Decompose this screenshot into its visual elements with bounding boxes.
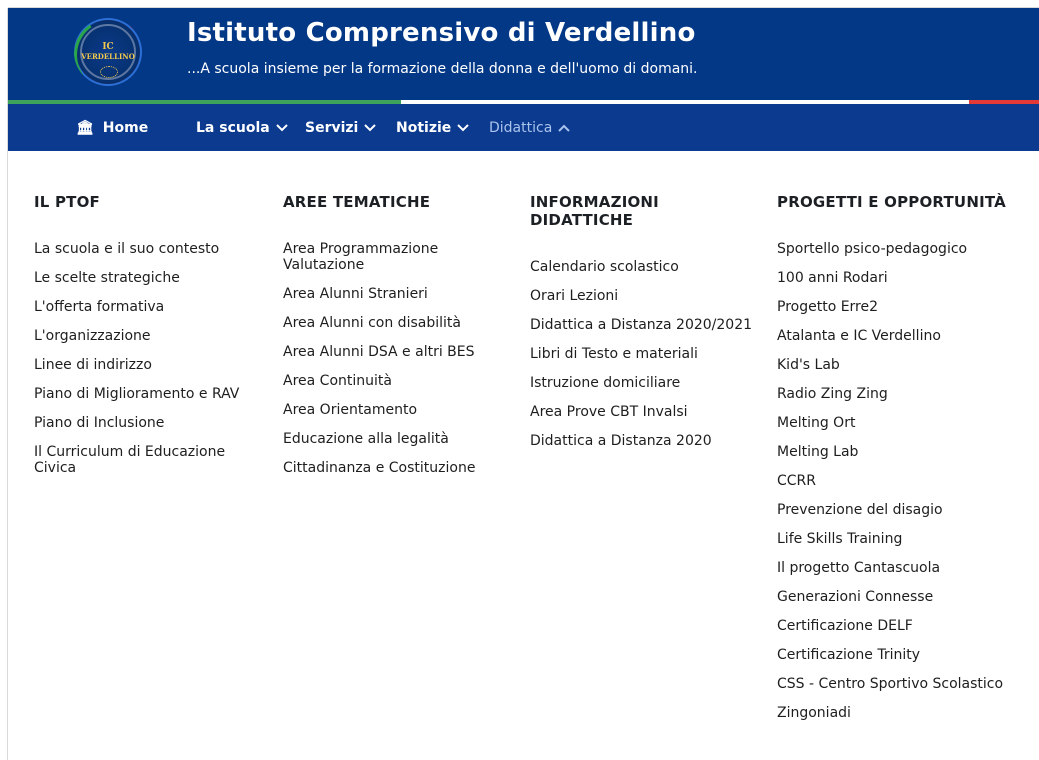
nav-notizie-label: Notizie (396, 119, 452, 136)
menu-link[interactable]: Kid's Lab (777, 357, 1039, 373)
menu-column-progetti-opportunita: PROGETTI E OPPORTUNITÀ Sportello psico-p… (777, 193, 1039, 734)
menu-link[interactable]: Area Alunni Stranieri (283, 286, 523, 302)
menu-link[interactable]: Le scelte strategiche (34, 270, 274, 286)
nav-servizi-label: Servizi (305, 119, 359, 136)
menu-link[interactable]: Area Prove CBT Invalsi (530, 404, 770, 420)
menu-link[interactable]: Sportello psico-pedagogico (777, 241, 1039, 257)
menu-link[interactable]: Progetto Erre2 (777, 299, 1039, 315)
menu-column-aree-tematiche: AREE TEMATICHE Area Programmazione Valut… (283, 193, 523, 489)
menu-link[interactable]: Generazioni Connesse (777, 589, 1039, 605)
menu-link[interactable]: L'offerta formativa (34, 299, 274, 315)
chevron-down-icon (276, 121, 288, 135)
menu-link[interactable]: Istruzione domiciliare (530, 375, 770, 391)
menu-link[interactable]: Area Continuità (283, 373, 523, 389)
menu-link[interactable]: Il Curriculum di Educazione Civica (34, 444, 234, 476)
menu-link[interactable]: Piano di Inclusione (34, 415, 274, 431)
menu-link[interactable]: Zingoniadi (777, 705, 1039, 721)
menu-link[interactable]: Cittadinanza e Costituzione (283, 460, 523, 476)
menu-link[interactable]: Life Skills Training (777, 531, 1039, 547)
menu-link[interactable]: Il progetto Cantascuola (777, 560, 1039, 576)
menu-link[interactable]: Didattica a Distanza 2020/2021 (530, 317, 770, 333)
menu-link[interactable]: Melting Ort (777, 415, 1039, 431)
menu-link[interactable]: Certificazione Trinity (777, 647, 1039, 663)
menu-link[interactable]: Piano di Miglioramento e RAV (34, 386, 274, 402)
main-nav: 🏛︎ Home La scuola Servizi Notizie Didatt… (8, 104, 1039, 151)
menu-link[interactable]: Certificazione DELF (777, 618, 1039, 634)
menu-link[interactable]: Didattica a Distanza 2020 (530, 433, 770, 449)
menu-heading: PROGETTI E OPPORTUNITÀ (777, 193, 1006, 211)
menu-link[interactable]: L'organizzazione (34, 328, 274, 344)
nav-la-scuola[interactable]: La scuola (196, 104, 288, 151)
menu-link[interactable]: 100 anni Rodari (777, 270, 1039, 286)
menu-heading: AREE TEMATICHE (283, 193, 431, 211)
menu-link[interactable]: Melting Lab (777, 444, 1039, 460)
page: IC VERDELLINO Istituto Comprensivo di Ve… (8, 8, 1039, 760)
menu-link[interactable]: CCRR (777, 473, 1039, 489)
menu-column-informazioni-didattiche: INFORMAZIONI DIDATTICHE Calendario scola… (530, 193, 770, 462)
menu-link-list: Calendario scolastico Orari Lezioni Dida… (530, 259, 770, 449)
nav-notizie[interactable]: Notizie (396, 104, 469, 151)
menu-link[interactable]: Calendario scolastico (530, 259, 770, 275)
menu-link[interactable]: Area Programmazione Valutazione (283, 241, 463, 273)
menu-link[interactable]: CSS - Centro Sportivo Scolastico (777, 676, 1039, 692)
menu-link[interactable]: Educazione alla legalità (283, 431, 523, 447)
menu-link[interactable]: Prevenzione del disagio (777, 502, 1039, 518)
menu-link-list: La scuola e il suo contesto Le scelte st… (34, 241, 274, 476)
site-header: IC VERDELLINO Istituto Comprensivo di Ve… (8, 8, 1039, 100)
menu-column-ptof: IL PTOF La scuola e il suo contesto Le s… (34, 193, 274, 489)
site-title[interactable]: Istituto Comprensivo di Verdellino (187, 18, 696, 48)
menu-link[interactable]: Area Alunni con disabilità (283, 315, 523, 331)
logo-text-ic: IC (102, 42, 114, 52)
menu-link[interactable]: Atalanta e IC Verdellino (777, 328, 1039, 344)
chevron-up-icon (558, 121, 570, 135)
nav-servizi[interactable]: Servizi (305, 104, 377, 151)
menu-heading: IL PTOF (34, 193, 100, 211)
nav-home[interactable]: 🏛︎ Home (76, 104, 148, 151)
logo-text-verdellino: VERDELLINO (81, 52, 135, 61)
nav-home-label: Home (102, 119, 149, 136)
menu-link[interactable]: Libri di Testo e materiali (530, 346, 770, 362)
menu-link-list: Sportello psico-pedagogico 100 anni Roda… (777, 241, 1039, 721)
menu-link[interactable]: Radio Zing Zing (777, 386, 1039, 402)
menu-link[interactable]: La scuola e il suo contesto (34, 241, 274, 257)
menu-link[interactable]: Area Orientamento (283, 402, 523, 418)
menu-link-list: Area Programmazione Valutazione Area Alu… (283, 241, 523, 476)
bank-icon: 🏛︎ (76, 119, 94, 136)
menu-link[interactable]: Orari Lezioni (530, 288, 770, 304)
nav-didattica[interactable]: Didattica (489, 104, 570, 151)
nav-didattica-label: Didattica (489, 119, 553, 136)
menu-link[interactable]: Area Alunni DSA e altri BES (283, 344, 523, 360)
menu-link[interactable]: Linee di indirizzo (34, 357, 274, 373)
site-subtitle: ...A scuola insieme per la formazione de… (187, 61, 698, 77)
logo-stars (100, 66, 118, 78)
chevron-down-icon (364, 121, 377, 135)
school-logo[interactable]: IC VERDELLINO (74, 18, 142, 86)
nav-la-scuola-label: La scuola (196, 119, 270, 136)
chevron-down-icon (457, 121, 469, 135)
menu-heading: INFORMAZIONI DIDATTICHE (530, 193, 659, 229)
